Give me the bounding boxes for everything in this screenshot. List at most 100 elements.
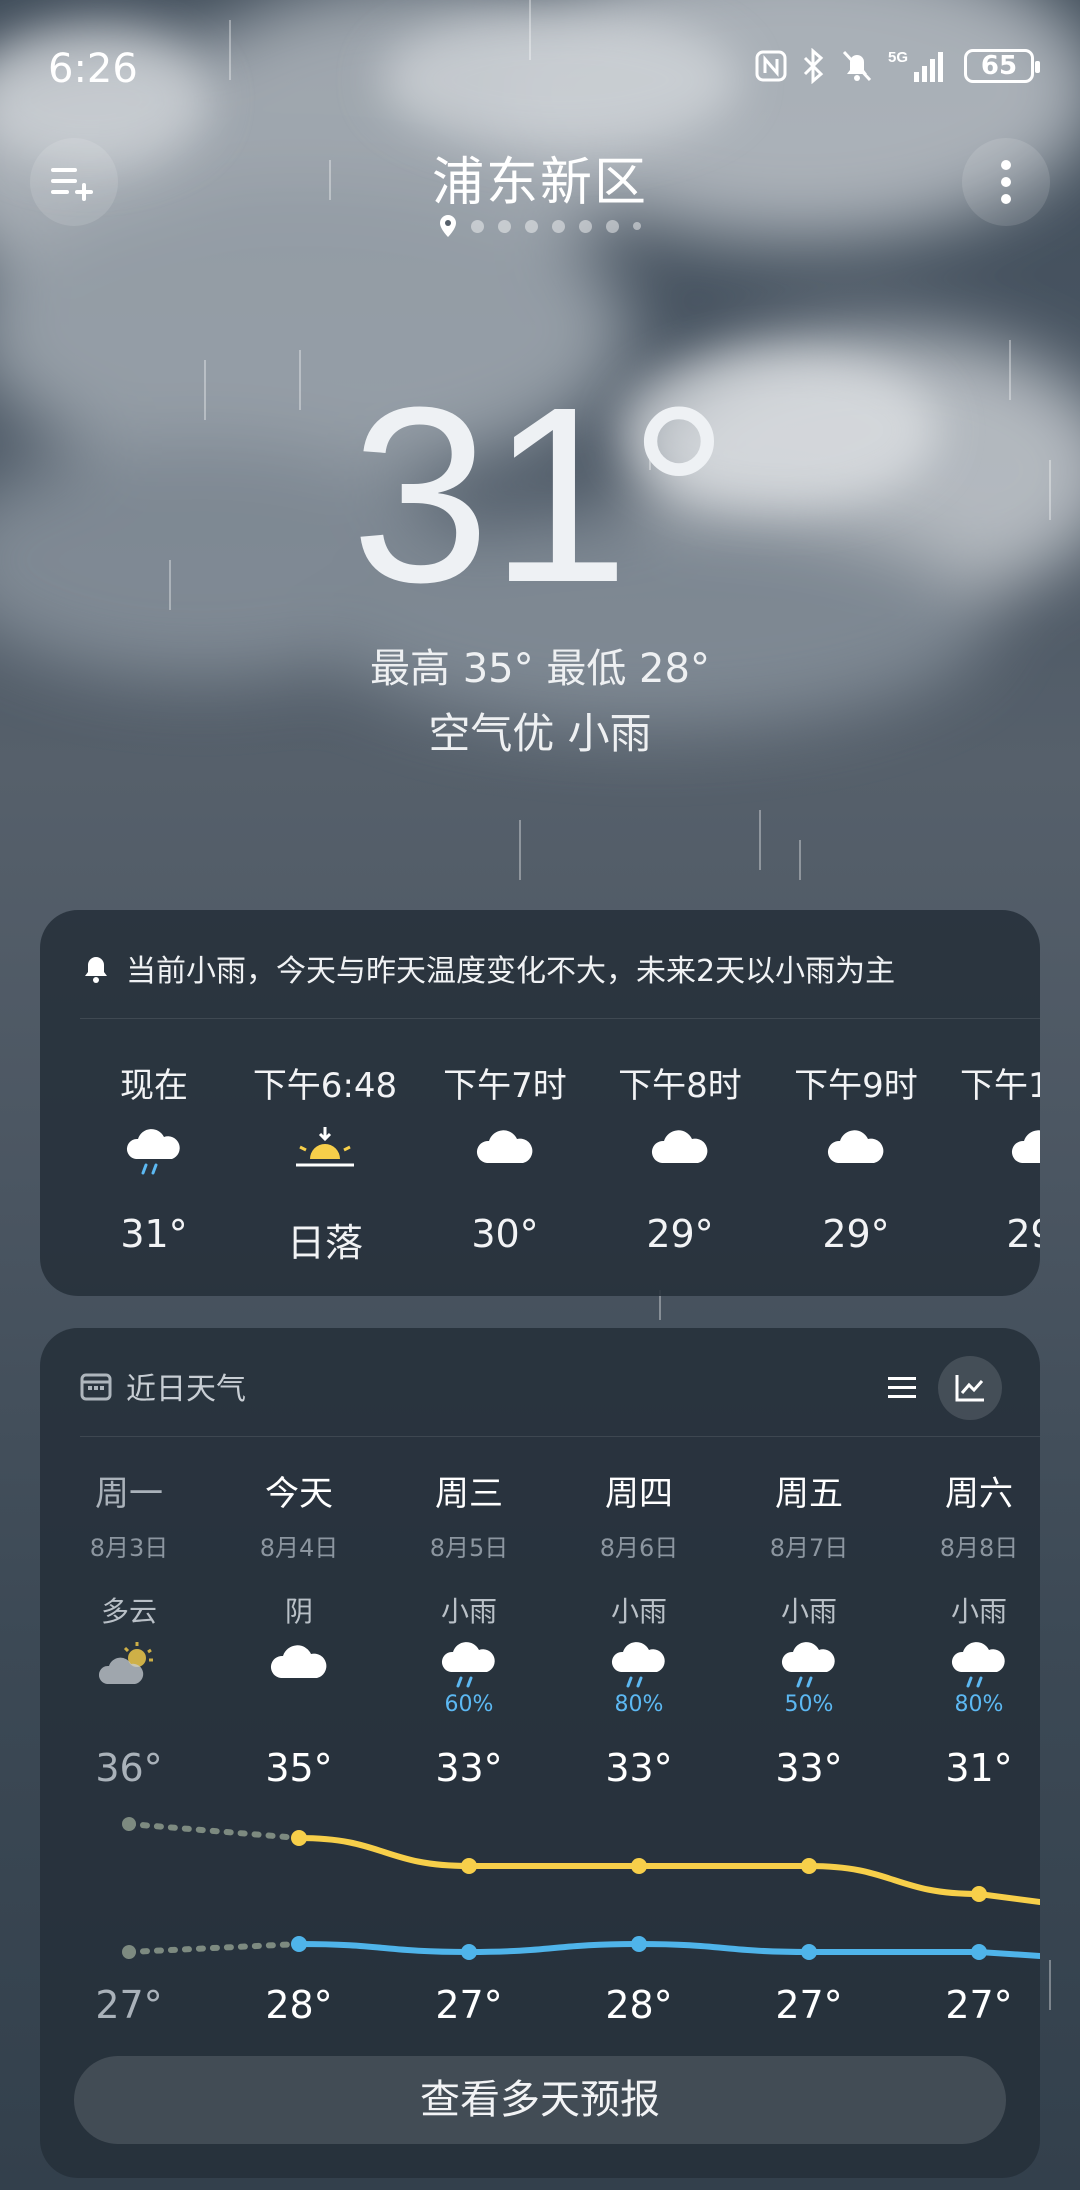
hour-temperature: 29° (1006, 1212, 1040, 1256)
day-precip-chance: 60% (444, 1692, 494, 1717)
day-high: 35° (265, 1746, 333, 1790)
hour-temperature: 31° (120, 1212, 188, 1256)
status-time: 6:26 (48, 46, 138, 92)
status-icons: 5G 65 (754, 48, 1040, 84)
day-high: 36° (95, 1746, 163, 1790)
hour-label: 下午10 (960, 1066, 1040, 1106)
city-name: 浦东新区 (431, 153, 648, 213)
high-temp-point (461, 1858, 477, 1874)
air-quality-condition[interactable]: 空气优 小雨 (0, 700, 1080, 761)
calendar-icon (80, 1373, 112, 1401)
day-weekday: 周六 (945, 1474, 1013, 1514)
high-temp-point (631, 1858, 647, 1874)
cloud-icon (1011, 1130, 1040, 1163)
weather-alert-text: 当前小雨，今天与昨天温度变化不大，未来2天以小雨为主 (126, 954, 896, 989)
hourly-forecast-card[interactable]: 当前小雨，今天与昨天温度变化不大，未来2天以小雨为主 现在 31° 下午6:48… (40, 910, 1040, 1296)
high-temp-point (122, 1817, 136, 1831)
hour-label: 现在 (120, 1066, 188, 1106)
day-low: 28° (265, 1983, 333, 2027)
hour-temperature: 29° (646, 1212, 714, 1256)
sunset-icon (296, 1127, 354, 1167)
light-rain-icon (951, 1642, 1005, 1688)
location-pin-icon (440, 215, 456, 237)
line-chart-icon (955, 1375, 984, 1402)
page-dot (606, 219, 619, 233)
day-date: 8月4日 (259, 1534, 339, 1562)
day-high: 33° (605, 1746, 673, 1790)
page-dot (525, 219, 538, 233)
light-rain-icon (441, 1642, 495, 1688)
page-dot (471, 219, 484, 233)
card-divider (80, 1018, 1040, 1019)
low-temp-point (122, 1945, 136, 1959)
day-low: 27° (435, 1983, 503, 2027)
cloud-icon (651, 1130, 708, 1163)
day-high: 33° (435, 1746, 503, 1790)
hour-label: 下午9时 (794, 1066, 918, 1106)
battery-level: 65 (980, 51, 1018, 81)
light-rain-icon (611, 1642, 665, 1688)
day-weekday: 周三 (435, 1474, 503, 1514)
list-view-toggle[interactable] (880, 1366, 924, 1410)
day-high: 31° (945, 1746, 1013, 1790)
signal-5g-icon: 5G (888, 49, 943, 82)
hour-label: 下午7时 (443, 1066, 567, 1106)
svg-text:5G: 5G (888, 49, 908, 66)
more-options-button[interactable] (962, 138, 1050, 226)
low-temp-line (296, 1940, 1040, 1959)
bell-off-icon (842, 50, 872, 82)
bell-icon (85, 957, 107, 983)
day-low: 27° (945, 1983, 1013, 2027)
low-temp-point (631, 1936, 647, 1952)
more-vertical-icon (1001, 160, 1011, 204)
nfc-icon (755, 50, 787, 82)
low-temp-point (971, 1944, 987, 1960)
battery-icon: 65 (964, 49, 1040, 83)
view-multi-day-forecast-button[interactable]: 查看多天预报 (74, 2056, 1006, 2144)
partly-cloudy-icon (99, 1642, 153, 1684)
day-weather: 多云 (100, 1595, 157, 1628)
day-date: 8月5日 (429, 1534, 509, 1562)
current-temperature: 31° (350, 355, 730, 634)
day-high: 33° (775, 1746, 843, 1790)
low-temp-point (291, 1936, 307, 1952)
day-precip-chance: 80% (954, 1692, 1004, 1717)
weather-alert[interactable]: 当前小雨，今天与昨天温度变化不大，未来2天以小雨为主 (80, 946, 895, 990)
day-weekday: 今天 (265, 1474, 333, 1514)
light-rain-icon (781, 1642, 835, 1688)
hour-label: 下午8时 (618, 1066, 742, 1106)
high-temp-line (296, 1835, 1040, 1905)
high-temp-point (971, 1886, 987, 1902)
day-precip-chance: 80% (614, 1692, 664, 1717)
low-temp-point (801, 1944, 817, 1960)
page-dot (552, 219, 565, 233)
page-indicator[interactable] (0, 214, 1080, 238)
daily-card-header: 近日天气 (80, 1364, 246, 1408)
page-dot (579, 219, 592, 233)
low-temp-past-segment (126, 1941, 302, 1955)
day-weekday: 周一 (95, 1474, 163, 1514)
sunset-label: 日落 (286, 1221, 363, 1265)
day-weather: 小雨 (610, 1595, 667, 1628)
bluetooth-icon (803, 48, 824, 84)
cloud-icon (476, 1130, 533, 1163)
low-temp-point (461, 1944, 477, 1960)
daily-card-title: 近日天气 (126, 1372, 246, 1407)
cloud-icon (827, 1130, 884, 1163)
day-weather: 小雨 (780, 1595, 837, 1628)
high-low-temperature: 最高 35° 最低 28° (370, 646, 710, 692)
hour-label: 下午6:48 (252, 1066, 398, 1106)
day-low: 27° (775, 1983, 843, 2027)
chart-view-toggle[interactable] (938, 1356, 1002, 1420)
day-weekday: 周五 (775, 1474, 843, 1514)
card-divider (80, 1436, 1040, 1437)
list-icon (888, 1377, 916, 1398)
page-dot (498, 219, 511, 233)
day-date: 8月8日 (939, 1534, 1019, 1562)
day-date: 8月6日 (599, 1534, 679, 1562)
day-low: 27° (95, 1983, 163, 2027)
high-temp-point (801, 1858, 817, 1874)
day-date: 8月3日 (89, 1534, 169, 1562)
day-weather: 阴 (284, 1595, 313, 1628)
day-weather: 小雨 (440, 1595, 497, 1628)
